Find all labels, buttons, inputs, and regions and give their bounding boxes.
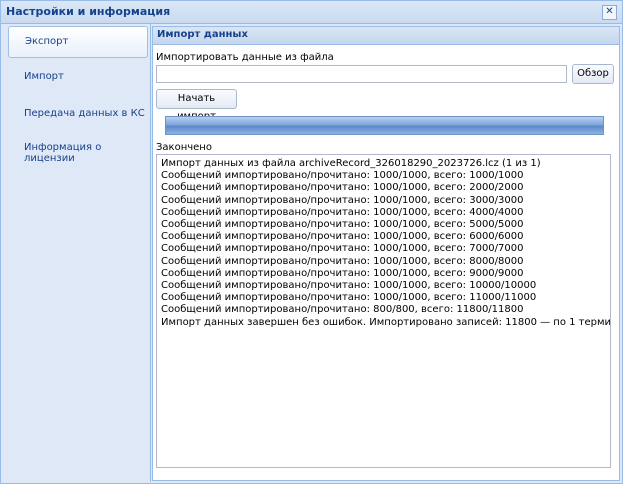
status-text: Закончено: [156, 142, 212, 153]
log-line: Сообщений импортировано/прочитано: 1000/…: [161, 280, 537, 292]
log-line: Сообщений импортировано/прочитано: 1000/…: [161, 255, 524, 267]
settings-window: Настройки и информация ✕ Экспорт Импорт …: [0, 0, 623, 484]
sidebar-item-label: Информация о лицензии: [24, 142, 102, 164]
import-progress-bar: [165, 116, 604, 135]
close-icon[interactable]: ✕: [602, 5, 617, 20]
log-line: Сообщений импортировано/прочитано: 1000/…: [161, 194, 524, 206]
sidebar-item-import[interactable]: Импорт: [8, 62, 146, 92]
log-line: Импорт данных из файла archiveRecord_326…: [161, 158, 541, 169]
log-line: Сообщений импортировано/прочитано: 1000/…: [161, 206, 524, 218]
log-line: Сообщений импортировано/прочитано: 800/8…: [161, 304, 524, 316]
import-log[interactable]: Импорт данных из файла archiveRecord_326…: [156, 154, 611, 468]
sidebar-item-license-info[interactable]: Информация о лицензии: [8, 133, 146, 164]
sidebar-item-export[interactable]: Экспорт: [8, 26, 148, 58]
panel-title: Импорт данных: [157, 29, 248, 40]
browse-button[interactable]: Обзор: [572, 64, 614, 84]
log-line: Сообщений импортировано/прочитано: 1000/…: [161, 182, 524, 194]
log-line: Импорт данных завершен без ошибок. Импор…: [161, 316, 611, 328]
log-line: Сообщений импортировано/прочитано: 1000/…: [161, 267, 524, 279]
window-titlebar[interactable]: Настройки и информация ✕: [1, 1, 622, 24]
log-line: Сообщений импортировано/прочитано: 1000/…: [161, 292, 537, 304]
log-line: Сообщений импортировано/прочитано: 1000/…: [161, 219, 524, 231]
log-line: Сообщений импортировано/прочитано: 1000/…: [161, 170, 524, 182]
sidebar-item-data-transfer[interactable]: Передача данных в КС: [8, 99, 146, 129]
import-panel: Импорт данных Импортировать данные из фа…: [152, 26, 620, 481]
window-title: Настройки и информация: [6, 5, 171, 18]
start-import-button[interactable]: Начать импорт: [156, 89, 237, 122]
panel-header: Импорт данных: [153, 27, 619, 45]
sidebar: Экспорт Импорт Передача данных в КС Инфо…: [2, 24, 151, 482]
file-path-input[interactable]: [156, 65, 567, 83]
log-line: Сообщений импортировано/прочитано: 1000/…: [161, 231, 524, 243]
sidebar-item-label: Передача данных в КС: [24, 108, 145, 119]
sidebar-item-label: Экспорт: [25, 36, 69, 47]
progress-fill: [166, 117, 603, 134]
file-label: Импортировать данные из файла: [156, 52, 334, 63]
log-line: Сообщений импортировано/прочитано: 1000/…: [161, 243, 524, 255]
sidebar-item-label: Импорт: [24, 71, 64, 82]
